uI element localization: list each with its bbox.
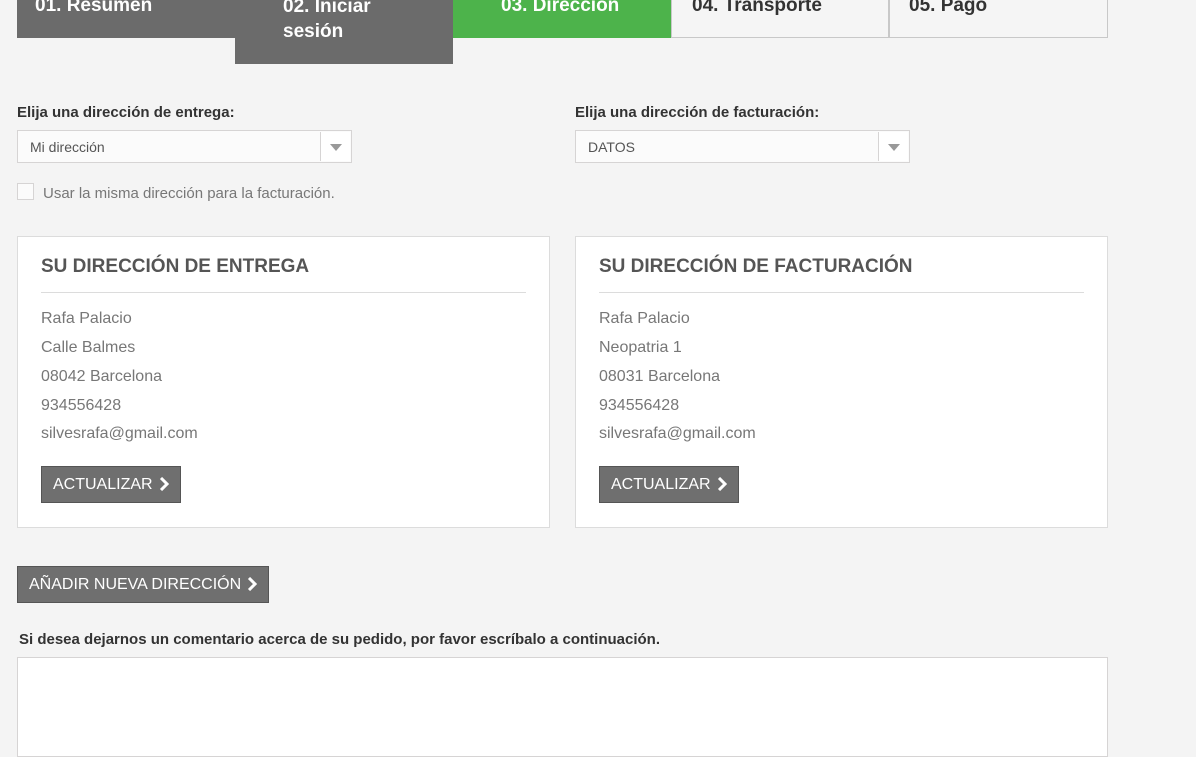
step-label: 02. Iniciar sesión — [283, 0, 371, 42]
step-login[interactable]: 02. Iniciar sesión — [235, 0, 453, 64]
address-line: 934556428 — [41, 397, 122, 414]
delivery-address-select[interactable]: Mi dirección — [17, 130, 352, 163]
step-label: 05. Pago — [909, 0, 988, 16]
delivery-box-title: SU DIRECCIÓN DE ENTREGA — [41, 256, 526, 293]
delivery-select-value: Mi dirección — [30, 139, 105, 155]
button-label: ACTUALIZAR — [53, 476, 153, 493]
button-label: ACTUALIZAR — [611, 476, 711, 493]
invoice-select-value: DATOS — [588, 139, 635, 155]
address-line: Rafa Palacio — [41, 310, 132, 327]
address-line: 08031 Barcelona — [599, 368, 720, 385]
step-label: 04. Transporte — [692, 0, 822, 16]
invoice-address-box: SU DIRECCIÓN DE FACTURACIÓN Rafa Palacio… — [575, 236, 1108, 528]
address-line: 08042 Barcelona — [41, 368, 162, 385]
update-delivery-button[interactable]: ACTUALIZAR — [41, 466, 181, 503]
update-invoice-button[interactable]: ACTUALIZAR — [599, 466, 739, 503]
checkout-steps: 01. Resumen 02. Iniciar sesión 03. Direc… — [17, 0, 1108, 64]
invoice-select-label: Elija una dirección de facturación: — [575, 104, 820, 121]
step-label: 03. Dirección — [501, 0, 620, 16]
same-address-checkbox[interactable] — [17, 183, 34, 200]
address-line: Calle Balmes — [41, 339, 136, 356]
step-shipping: 04. Transporte — [671, 0, 889, 38]
step-payment: 05. Pago — [889, 0, 1108, 38]
dropdown-arrow-icon[interactable] — [878, 132, 908, 161]
chevron-right-icon — [247, 567, 258, 602]
invoice-box-title: SU DIRECCIÓN DE FACTURACIÓN — [599, 256, 1084, 293]
address-line: silvesrafa@gmail.com — [41, 425, 198, 442]
step-address: 03. Dirección — [453, 0, 671, 38]
add-address-button[interactable]: AÑADIR NUEVA DIRECCIÓN — [17, 566, 270, 603]
address-line: 934556428 — [599, 397, 680, 414]
step-summary[interactable]: 01. Resumen — [17, 0, 235, 38]
address-line: Neopatria 1 — [599, 339, 682, 356]
same-address-label[interactable]: Usar la misma dirección para la facturac… — [43, 185, 335, 202]
invoice-address-select[interactable]: DATOS — [575, 130, 910, 163]
comment-textarea[interactable] — [17, 657, 1108, 757]
chevron-right-icon — [159, 467, 169, 502]
address-line: Rafa Palacio — [599, 310, 690, 327]
address-line: silvesrafa@gmail.com — [599, 425, 756, 442]
delivery-select-label: Elija una dirección de entrega: — [17, 104, 235, 121]
delivery-address-box: SU DIRECCIÓN DE ENTREGA Rafa Palacio Cal… — [17, 236, 550, 528]
button-label: AÑADIR NUEVA DIRECCIÓN — [29, 576, 242, 593]
comment-label: Si desea dejarnos un comentario acerca d… — [19, 631, 661, 648]
dropdown-arrow-icon[interactable] — [320, 132, 350, 161]
chevron-right-icon — [717, 467, 727, 502]
step-label: 01. Resumen — [35, 0, 153, 16]
